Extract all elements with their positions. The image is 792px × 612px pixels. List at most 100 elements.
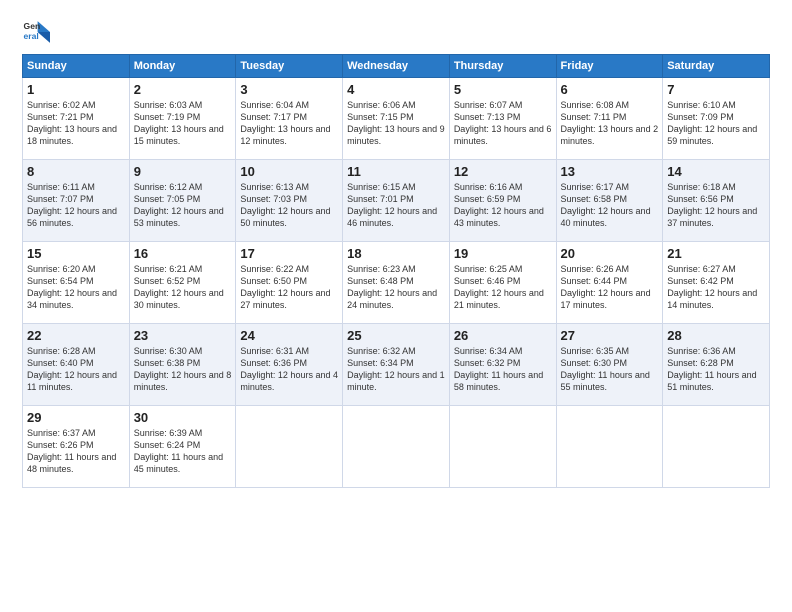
day-number: 15 <box>27 246 125 261</box>
day-number: 8 <box>27 164 125 179</box>
day-cell: 19 Sunrise: 6:25 AMSunset: 6:46 PMDayligh… <box>449 242 556 324</box>
week-row-2: 8 Sunrise: 6:11 AMSunset: 7:07 PMDaylight… <box>23 160 770 242</box>
svg-text:eral: eral <box>24 31 39 41</box>
day-info: Sunrise: 6:10 AMSunset: 7:09 PMDaylight:… <box>667 99 765 148</box>
calendar-table: SundayMondayTuesdayWednesdayThursdayFrid… <box>22 54 770 488</box>
day-number: 13 <box>561 164 659 179</box>
day-info: Sunrise: 6:13 AMSunset: 7:03 PMDaylight:… <box>240 181 338 230</box>
day-cell: 22Sunrise: 6:28 AMSunset: 6:40 PMDayligh… <box>23 324 130 406</box>
day-cell: 12 Sunrise: 6:16 AMSunset: 6:59 PMDayligh… <box>449 160 556 242</box>
day-cell: 9 Sunrise: 6:12 AMSunset: 7:05 PMDaylight… <box>129 160 236 242</box>
day-number: 5 <box>454 82 552 97</box>
day-number: 17 <box>240 246 338 261</box>
day-number: 19 <box>454 246 552 261</box>
day-number: 18 <box>347 246 445 261</box>
day-cell: 30Sunrise: 6:39 AMSunset: 6:24 PMDayligh… <box>129 406 236 488</box>
svg-text:Gen: Gen <box>24 21 41 31</box>
day-info: Sunrise: 6:31 AMSunset: 6:36 PMDaylight:… <box>240 345 338 394</box>
day-info: Sunrise: 6:22 AMSunset: 6:50 PMDaylight:… <box>240 263 338 312</box>
week-row-1: 1Sunrise: 6:02 AMSunset: 7:21 PMDaylight… <box>23 78 770 160</box>
day-cell: 8 Sunrise: 6:11 AMSunset: 7:07 PMDaylight… <box>23 160 130 242</box>
day-cell: 10 Sunrise: 6:13 AMSunset: 7:03 PMDayligh… <box>236 160 343 242</box>
day-number: 27 <box>561 328 659 343</box>
day-info: Sunrise: 6:32 AMSunset: 6:34 PMDaylight:… <box>347 345 445 394</box>
header-row: SundayMondayTuesdayWednesdayThursdayFrid… <box>23 55 770 78</box>
day-cell: 1Sunrise: 6:02 AMSunset: 7:21 PMDaylight… <box>23 78 130 160</box>
header-cell-wednesday: Wednesday <box>343 55 450 78</box>
day-info: Sunrise: 6:26 AMSunset: 6:44 PMDaylight:… <box>561 263 659 312</box>
day-cell: 2 Sunrise: 6:03 AMSunset: 7:19 PMDaylight… <box>129 78 236 160</box>
header-cell-friday: Friday <box>556 55 663 78</box>
header-cell-sunday: Sunday <box>23 55 130 78</box>
day-info: Sunrise: 6:25 AMSunset: 6:46 PMDaylight:… <box>454 263 552 312</box>
day-cell: 5 Sunrise: 6:07 AMSunset: 7:13 PMDaylight… <box>449 78 556 160</box>
day-number: 7 <box>667 82 765 97</box>
day-cell: 25 Sunrise: 6:32 AMSunset: 6:34 PMDayligh… <box>343 324 450 406</box>
day-cell: 24 Sunrise: 6:31 AMSunset: 6:36 PMDayligh… <box>236 324 343 406</box>
day-info: Sunrise: 6:34 AMSunset: 6:32 PMDaylight:… <box>454 345 552 394</box>
day-cell: 27 Sunrise: 6:35 AMSunset: 6:30 PMDayligh… <box>556 324 663 406</box>
day-cell: 20 Sunrise: 6:26 AMSunset: 6:44 PMDayligh… <box>556 242 663 324</box>
day-number: 29 <box>27 410 125 425</box>
week-row-4: 22Sunrise: 6:28 AMSunset: 6:40 PMDayligh… <box>23 324 770 406</box>
day-cell <box>449 406 556 488</box>
header: Gen eral <box>22 18 770 46</box>
day-number: 4 <box>347 82 445 97</box>
day-info: Sunrise: 6:30 AMSunset: 6:38 PMDaylight:… <box>134 345 232 394</box>
day-info: Sunrise: 6:27 AMSunset: 6:42 PMDaylight:… <box>667 263 765 312</box>
day-cell: 4 Sunrise: 6:06 AMSunset: 7:15 PMDaylight… <box>343 78 450 160</box>
day-cell: 18 Sunrise: 6:23 AMSunset: 6:48 PMDayligh… <box>343 242 450 324</box>
day-cell: 13 Sunrise: 6:17 AMSunset: 6:58 PMDayligh… <box>556 160 663 242</box>
day-info: Sunrise: 6:16 AMSunset: 6:59 PMDaylight:… <box>454 181 552 230</box>
day-cell <box>556 406 663 488</box>
day-number: 9 <box>134 164 232 179</box>
header-cell-monday: Monday <box>129 55 236 78</box>
day-info: Sunrise: 6:02 AMSunset: 7:21 PMDaylight:… <box>27 99 125 148</box>
day-cell: 11Sunrise: 6:15 AMSunset: 7:01 PMDayligh… <box>343 160 450 242</box>
day-cell: 17 Sunrise: 6:22 AMSunset: 6:50 PMDayligh… <box>236 242 343 324</box>
day-info: Sunrise: 6:23 AMSunset: 6:48 PMDaylight:… <box>347 263 445 312</box>
day-cell <box>663 406 770 488</box>
day-cell: 23 Sunrise: 6:30 AMSunset: 6:38 PMDayligh… <box>129 324 236 406</box>
day-info: Sunrise: 6:18 AMSunset: 6:56 PMDaylight:… <box>667 181 765 230</box>
week-row-3: 15 Sunrise: 6:20 AMSunset: 6:54 PMDayligh… <box>23 242 770 324</box>
day-info: Sunrise: 6:36 AMSunset: 6:28 PMDaylight:… <box>667 345 765 394</box>
day-number: 10 <box>240 164 338 179</box>
day-info: Sunrise: 6:04 AMSunset: 7:17 PMDaylight:… <box>240 99 338 148</box>
day-number: 2 <box>134 82 232 97</box>
day-number: 25 <box>347 328 445 343</box>
day-number: 20 <box>561 246 659 261</box>
day-cell <box>343 406 450 488</box>
day-info: Sunrise: 6:07 AMSunset: 7:13 PMDaylight:… <box>454 99 552 148</box>
day-info: Sunrise: 6:35 AMSunset: 6:30 PMDaylight:… <box>561 345 659 394</box>
day-info: Sunrise: 6:03 AMSunset: 7:19 PMDaylight:… <box>134 99 232 148</box>
day-cell: 21 Sunrise: 6:27 AMSunset: 6:42 PMDayligh… <box>663 242 770 324</box>
header-cell-tuesday: Tuesday <box>236 55 343 78</box>
day-number: 24 <box>240 328 338 343</box>
day-info: Sunrise: 6:12 AMSunset: 7:05 PMDaylight:… <box>134 181 232 230</box>
day-cell: 3 Sunrise: 6:04 AMSunset: 7:17 PMDaylight… <box>236 78 343 160</box>
day-number: 23 <box>134 328 232 343</box>
day-info: Sunrise: 6:20 AMSunset: 6:54 PMDaylight:… <box>27 263 125 312</box>
day-number: 3 <box>240 82 338 97</box>
day-number: 21 <box>667 246 765 261</box>
day-number: 16 <box>134 246 232 261</box>
day-number: 26 <box>454 328 552 343</box>
day-info: Sunrise: 6:15 AMSunset: 7:01 PMDaylight:… <box>347 181 445 230</box>
day-number: 30 <box>134 410 232 425</box>
day-info: Sunrise: 6:11 AMSunset: 7:07 PMDaylight:… <box>27 181 125 230</box>
day-cell: 16Sunrise: 6:21 AMSunset: 6:52 PMDayligh… <box>129 242 236 324</box>
day-number: 12 <box>454 164 552 179</box>
day-info: Sunrise: 6:17 AMSunset: 6:58 PMDaylight:… <box>561 181 659 230</box>
logo: Gen eral <box>22 18 54 46</box>
day-number: 22 <box>27 328 125 343</box>
day-cell: 28 Sunrise: 6:36 AMSunset: 6:28 PMDayligh… <box>663 324 770 406</box>
day-cell: 14 Sunrise: 6:18 AMSunset: 6:56 PMDayligh… <box>663 160 770 242</box>
calendar-body: 1Sunrise: 6:02 AMSunset: 7:21 PMDaylight… <box>23 78 770 488</box>
header-cell-saturday: Saturday <box>663 55 770 78</box>
day-cell <box>236 406 343 488</box>
day-number: 28 <box>667 328 765 343</box>
day-cell: 29Sunrise: 6:37 AMSunset: 6:26 PMDayligh… <box>23 406 130 488</box>
day-number: 14 <box>667 164 765 179</box>
day-info: Sunrise: 6:06 AMSunset: 7:15 PMDaylight:… <box>347 99 445 148</box>
